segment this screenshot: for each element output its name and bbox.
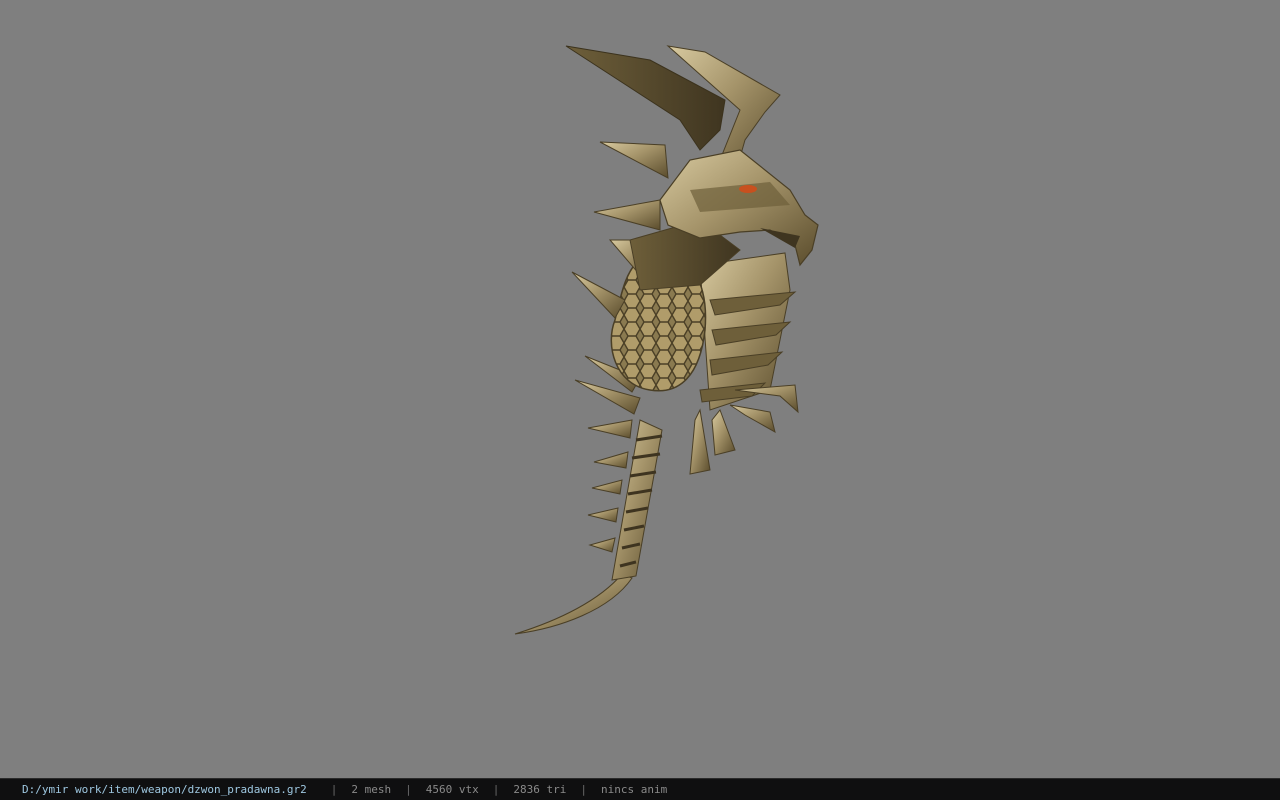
dragon-eye bbox=[739, 185, 757, 193]
tail-tip bbox=[514, 573, 633, 635]
separator: | bbox=[405, 783, 412, 796]
spine bbox=[611, 419, 663, 581]
separator: | bbox=[492, 783, 500, 796]
dragon-weapon-model bbox=[514, 45, 819, 635]
separator: | bbox=[580, 783, 587, 796]
file-path: D:/ymir work/item/weapon/dzwon_pradawna.… bbox=[22, 783, 307, 796]
mesh-count: 2 mesh bbox=[351, 783, 392, 796]
triangle-count: 2836 tri bbox=[513, 783, 567, 796]
3d-viewport[interactable] bbox=[0, 0, 1280, 778]
separator: | bbox=[330, 783, 338, 796]
vertex-count: 4560 vtx bbox=[425, 783, 479, 796]
status-bar: D:/ymir work/item/weapon/dzwon_pradawna.… bbox=[0, 778, 1280, 800]
anim-status: nincs anim bbox=[601, 783, 668, 796]
